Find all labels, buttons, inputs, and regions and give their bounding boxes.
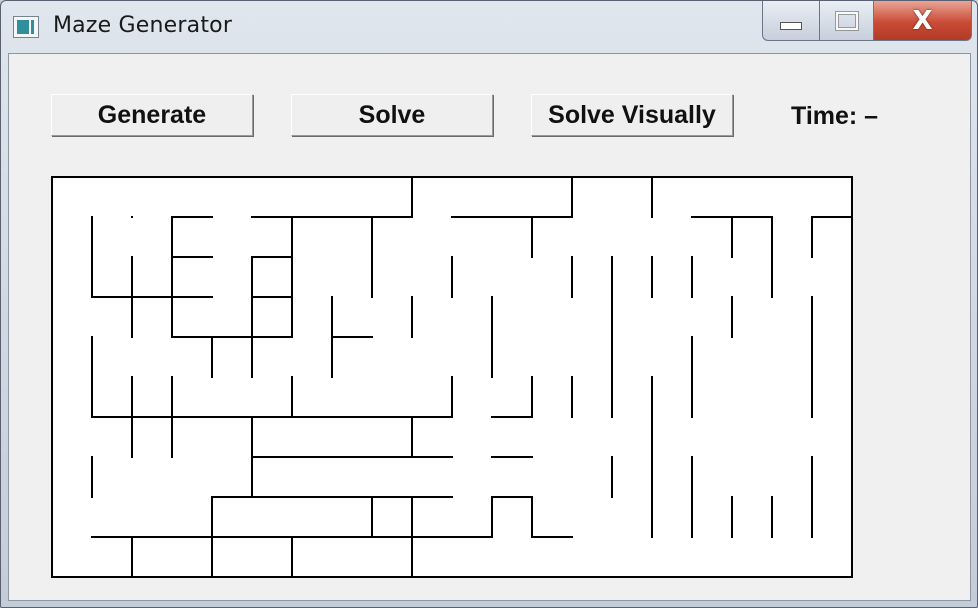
maze-canvas bbox=[51, 176, 853, 578]
maze-grid bbox=[51, 176, 853, 578]
window-title: Maze Generator bbox=[53, 13, 233, 38]
minimize-button[interactable] bbox=[762, 1, 820, 41]
close-icon: X bbox=[912, 5, 933, 36]
window-caption-buttons: X bbox=[762, 1, 972, 41]
app-icon[interactable] bbox=[13, 16, 39, 38]
generate-button[interactable]: Generate bbox=[51, 94, 253, 136]
title-bar[interactable]: Maze Generator X bbox=[1, 1, 977, 53]
time-label: Time: – bbox=[791, 102, 879, 130]
maximize-icon bbox=[835, 11, 858, 30]
maximize-button[interactable] bbox=[820, 1, 874, 41]
app-window: Maze Generator X Generate Solve Solve Vi… bbox=[0, 0, 978, 608]
solve-button[interactable]: Solve bbox=[291, 94, 493, 136]
minimize-icon bbox=[780, 21, 802, 30]
client-area: Generate Solve Solve Visually Time: – bbox=[8, 53, 971, 601]
solve-visually-button[interactable]: Solve Visually bbox=[531, 94, 733, 136]
close-button[interactable]: X bbox=[874, 1, 972, 41]
